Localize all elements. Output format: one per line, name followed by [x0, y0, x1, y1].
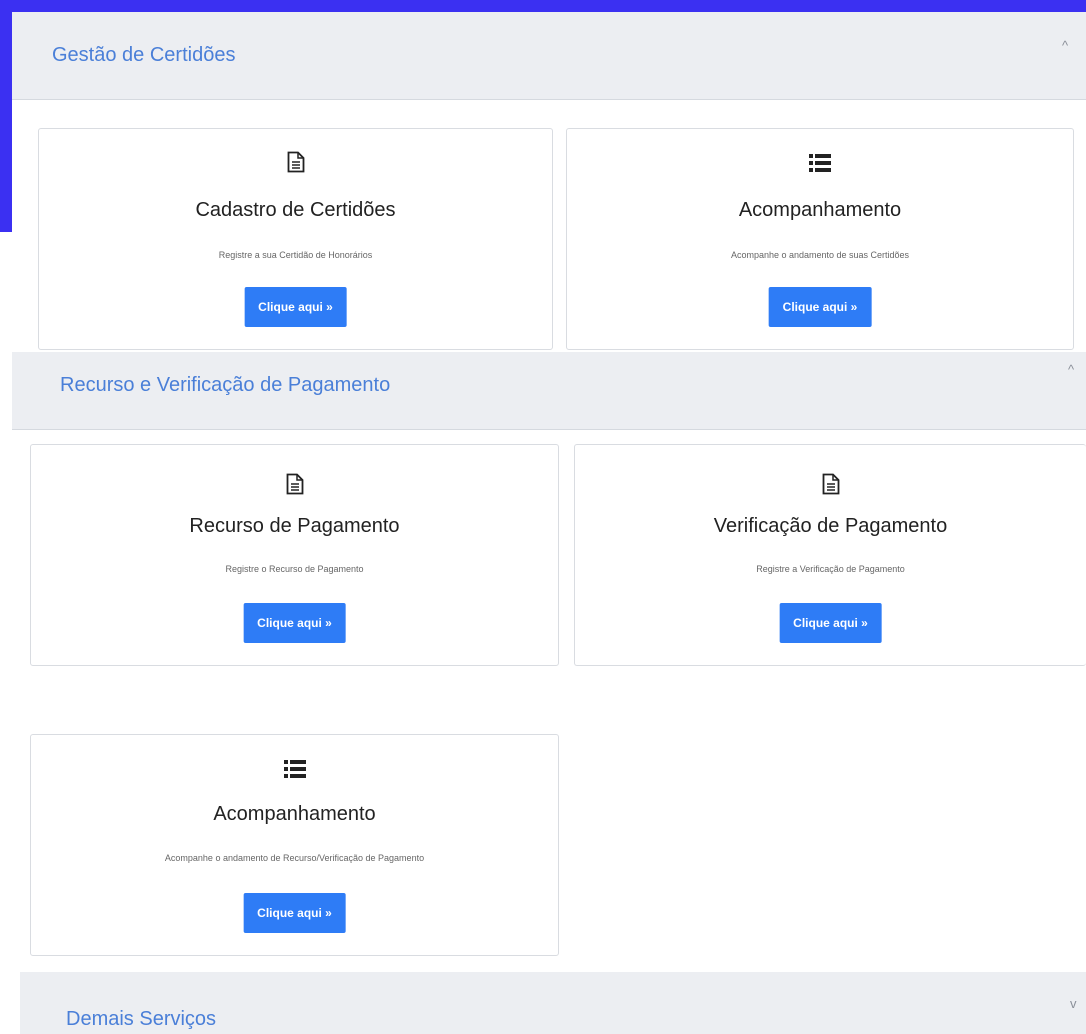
document-icon [31, 473, 558, 495]
card-description: Registre a Verificação de Pagamento [756, 564, 905, 574]
clique-aqui-button[interactable]: Clique aqui » [243, 893, 346, 933]
clique-aqui-button[interactable]: Clique aqui » [779, 603, 882, 643]
chevron-up-icon[interactable]: ^ [1062, 38, 1068, 53]
clique-aqui-button[interactable]: Clique aqui » [768, 287, 872, 327]
card-description: Acompanhe o andamento de Recurso/Verific… [164, 853, 425, 863]
card-acompanhamento-recurso: Acompanhamento Acompanhe o andamento de … [30, 734, 559, 956]
section-title: Gestão de Certidões [52, 44, 236, 66]
card-verificacao-pagamento: Verificação de Pagamento Registre a Veri… [574, 444, 1086, 666]
card-description: Registre a sua Certidão de Honorários [218, 250, 373, 260]
card-title: Recurso de Pagamento [189, 515, 400, 537]
card-title: Cadastro de Certidões [195, 199, 396, 221]
document-icon [575, 473, 1086, 495]
card-acompanhamento-certidoes: Acompanhamento Acompanhe o andamento de … [566, 128, 1074, 350]
window-frame-top [0, 0, 1086, 12]
clique-aqui-button[interactable]: Clique aqui » [243, 603, 346, 643]
list-icon [567, 153, 1073, 173]
card-title: Verificação de Pagamento [713, 515, 948, 537]
card-title: Acompanhamento [213, 803, 376, 825]
card-cadastro-certidoes: Cadastro de Certidões Registre a sua Cer… [38, 128, 553, 350]
document-icon [39, 151, 552, 173]
card-title: Acompanhamento [738, 199, 902, 221]
window-frame-left [0, 0, 12, 232]
section-header-gestao[interactable]: Gestão de Certidões ^ [12, 12, 1086, 100]
section-header-recurso[interactable]: Recurso e Verificação de Pagamento ^ [12, 352, 1086, 430]
chevron-up-icon[interactable]: ^ [1068, 362, 1074, 377]
section-title: Demais Serviços [66, 1008, 217, 1030]
chevron-down-icon[interactable]: v [1070, 996, 1077, 1011]
card-recurso-pagamento: Recurso de Pagamento Registre o Recurso … [30, 444, 559, 666]
section-title: Recurso e Verificação de Pagamento [60, 374, 391, 396]
clique-aqui-button[interactable]: Clique aqui » [244, 287, 347, 327]
card-description: Registre o Recurso de Pagamento [225, 564, 364, 574]
section-header-demais[interactable]: Demais Serviços v [20, 972, 1086, 1034]
list-icon [31, 759, 558, 779]
card-description: Acompanhe o andamento de suas Certidões [730, 250, 910, 260]
